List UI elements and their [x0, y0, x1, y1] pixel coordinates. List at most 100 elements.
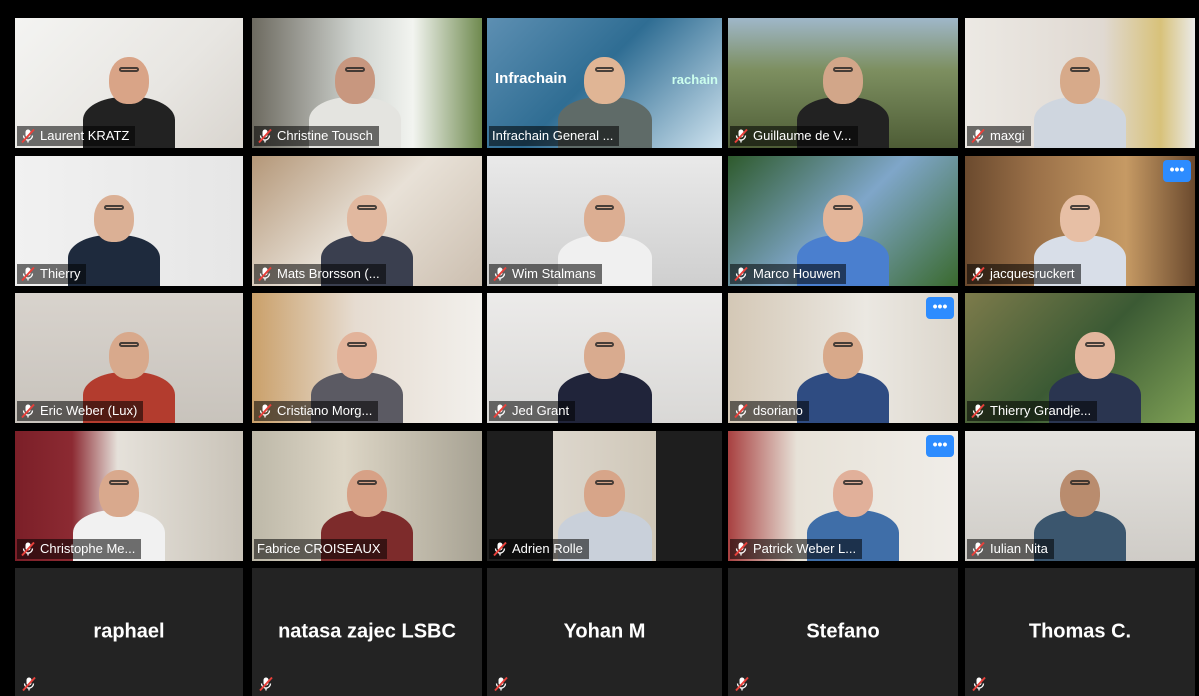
participant-tile[interactable]: Adrien Rolle — [487, 431, 722, 561]
participant-name: Eric Weber (Lux) — [40, 403, 138, 418]
participant-tile[interactable]: Fabrice CROISEAUX — [252, 431, 482, 561]
participant-silhouette — [1034, 57, 1126, 148]
participant-name-label: Adrien Rolle — [489, 539, 589, 559]
participant-name: Thierry — [40, 266, 81, 281]
mic-off-icon — [20, 403, 36, 419]
participant-name-label: Eric Weber (Lux) — [17, 401, 144, 421]
participant-tile[interactable]: Infrachain rachain Infrachain General ... — [487, 18, 722, 148]
participant-name-center: natasa zajec LSBC — [278, 620, 456, 643]
mic-off-icon — [971, 676, 987, 692]
participant-name: Iulian Nita — [990, 541, 1048, 556]
participant-name: Christine Tousch — [277, 128, 373, 143]
participant-name-label: Thierry Grandje... — [967, 401, 1098, 421]
mic-off-icon — [257, 403, 273, 419]
participant-name: Mats Brorsson (... — [277, 266, 380, 281]
mic-off-icon — [970, 541, 986, 557]
participant-tile[interactable]: natasa zajec LSBC — [252, 568, 482, 696]
mic-off-icon — [492, 403, 508, 419]
participant-tile[interactable]: dsoriano ••• — [728, 293, 958, 423]
participant-tile[interactable]: Christine Tousch — [252, 18, 482, 148]
mic-off-icon — [257, 266, 273, 282]
mic-off-icon — [970, 266, 986, 282]
more-options-icon[interactable]: ••• — [926, 297, 954, 319]
participant-tile[interactable]: Yohan M — [487, 568, 722, 696]
participant-tile[interactable]: Wim Stalmans — [487, 156, 722, 286]
mic-off-icon — [492, 266, 508, 282]
participant-name: Laurent KRATZ — [40, 128, 130, 143]
more-options-icon[interactable]: ••• — [926, 435, 954, 457]
participant-name-label: Wim Stalmans — [489, 264, 602, 284]
mic-off-icon — [733, 128, 749, 144]
background-brand-text: Infrachain — [495, 70, 567, 87]
participant-name-label: Laurent KRATZ — [17, 126, 136, 146]
participant-tile[interactable]: Iulian Nita — [965, 431, 1195, 561]
participant-tile[interactable]: Laurent KRATZ — [15, 18, 243, 148]
participant-tile[interactable]: Guillaume de V... — [728, 18, 958, 148]
participant-name-center: Stefano — [806, 620, 880, 643]
participant-name-label: Mats Brorsson (... — [254, 264, 386, 284]
mic-off-icon — [734, 676, 750, 692]
participant-name-label: Fabrice CROISEAUX — [254, 539, 387, 559]
participant-tile[interactable]: Cristiano Morg... — [252, 293, 482, 423]
participant-name-label: Cristiano Morg... — [254, 401, 379, 421]
participant-name-label: Christophe Me... — [17, 539, 142, 559]
participant-name-label: Thierry — [17, 264, 87, 284]
participant-tile[interactable]: Thierry — [15, 156, 243, 286]
participant-tile[interactable]: Jed Grant — [487, 293, 722, 423]
participant-name: Guillaume de V... — [753, 128, 852, 143]
participant-name-center: Thomas C. — [1028, 620, 1132, 643]
participant-tile[interactable]: Patrick Weber L... ••• — [728, 431, 958, 561]
participant-name-label: Guillaume de V... — [730, 126, 858, 146]
participant-name: Fabrice CROISEAUX — [257, 541, 381, 556]
participant-name-label: Christine Tousch — [254, 126, 379, 146]
mic-off-icon — [733, 403, 749, 419]
participant-name-label: Infrachain General ... — [489, 126, 620, 146]
participant-name-label: Patrick Weber L... — [730, 539, 863, 559]
participant-name-label: Iulian Nita — [967, 539, 1054, 559]
mic-off-icon — [20, 541, 36, 557]
background-brand-text-right: rachain — [671, 72, 718, 87]
mic-off-icon — [20, 128, 36, 144]
participant-name-label: Marco Houwen — [730, 264, 847, 284]
participant-tile[interactable]: Thomas C. — [965, 568, 1195, 696]
mic-off-icon — [21, 676, 37, 692]
participant-name-center: raphael — [93, 620, 165, 643]
mic-off-icon — [970, 128, 986, 144]
participant-tile[interactable]: Christophe Me... — [15, 431, 243, 561]
participant-name: Adrien Rolle — [512, 541, 583, 556]
participant-name-label: dsoriano — [730, 401, 809, 421]
mic-off-icon — [493, 676, 509, 692]
mic-off-icon — [20, 266, 36, 282]
participant-name: Marco Houwen — [753, 266, 841, 281]
mic-off-icon — [733, 266, 749, 282]
participant-tile[interactable]: Eric Weber (Lux) — [15, 293, 243, 423]
participant-tile[interactable]: Thierry Grandje... — [965, 293, 1195, 423]
participant-name: Cristiano Morg... — [277, 403, 373, 418]
participant-name-label: jacquesruckert — [967, 264, 1081, 284]
participant-tile[interactable]: jacquesruckert ••• — [965, 156, 1195, 286]
participant-tile[interactable]: raphael — [15, 568, 243, 696]
participant-name: jacquesruckert — [990, 266, 1075, 281]
gallery-view-grid: Laurent KRATZ Christine Tousch Infrachain r… — [0, 0, 1199, 696]
mic-off-icon — [970, 403, 986, 419]
mic-off-icon — [258, 676, 274, 692]
participant-name-label: Jed Grant — [489, 401, 576, 421]
mic-off-icon — [257, 128, 273, 144]
participant-name: Wim Stalmans — [512, 266, 596, 281]
participant-name-center: Yohan M — [563, 620, 646, 643]
participant-silhouette — [797, 332, 889, 423]
participant-name-label: maxgi — [967, 126, 1031, 146]
participant-name: Jed Grant — [512, 403, 570, 418]
participant-tile[interactable]: Mats Brorsson (... — [252, 156, 482, 286]
participant-name: Patrick Weber L... — [753, 541, 857, 556]
more-options-icon[interactable]: ••• — [1163, 160, 1191, 182]
participant-name: Thierry Grandje... — [990, 403, 1092, 418]
mic-off-icon — [492, 541, 508, 557]
mic-off-icon — [733, 541, 749, 557]
participant-name: Infrachain General ... — [492, 128, 614, 143]
participant-tile[interactable]: maxgi — [965, 18, 1195, 148]
participant-tile[interactable]: Stefano — [728, 568, 958, 696]
participant-name: maxgi — [990, 128, 1025, 143]
participant-name: dsoriano — [753, 403, 803, 418]
participant-tile[interactable]: Marco Houwen — [728, 156, 958, 286]
